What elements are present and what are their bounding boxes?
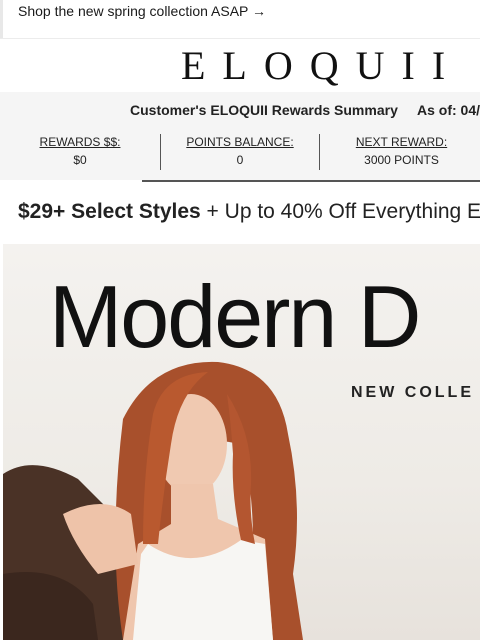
- promo-rest: + Up to 40% Off Everything El: [200, 200, 480, 223]
- rewards-summary: Customer's ELOQUII Rewards Summary As of…: [0, 92, 480, 180]
- spring-collection-link[interactable]: Shop the new spring collection ASAP →: [18, 3, 266, 19]
- next-reward-label[interactable]: NEXT REWARD:: [320, 134, 480, 150]
- preheader: Shop the new spring collection ASAP →: [0, 0, 480, 38]
- eloquii-logo[interactable]: ELOQUII: [181, 45, 462, 87]
- rewards-dollars: REWARDS $$: $0: [0, 134, 160, 170]
- rewards-as-of: As of: 04/: [417, 102, 480, 118]
- points-balance-label[interactable]: POINTS BALANCE:: [161, 134, 319, 150]
- hero-subtitle: NEW COLLE: [351, 384, 474, 401]
- promo-banner[interactable]: $29+ Select Styles + Up to 40% Off Every…: [0, 180, 480, 244]
- preheader-edge: [0, 0, 3, 38]
- hero-title: Modern D: [49, 267, 421, 366]
- hero-banner[interactable]: Modern D NEW COLLE: [3, 244, 480, 640]
- rewards-title: Customer's ELOQUII Rewards Summary: [130, 102, 398, 118]
- promo-rule: [142, 180, 480, 182]
- next-reward: NEXT REWARD: 3000 POINTS: [320, 134, 480, 170]
- next-reward-value: 3000 POINTS: [364, 153, 439, 167]
- rewards-dollars-label[interactable]: REWARDS $$:: [0, 134, 160, 150]
- points-balance-value: 0: [236, 153, 244, 167]
- logo-row: ELOQUII: [0, 38, 480, 93]
- points-balance: POINTS BALANCE: 0: [161, 134, 319, 170]
- promo-text: $29+ Select Styles + Up to 40% Off Every…: [18, 200, 480, 224]
- rewards-dollars-value: $0: [73, 153, 87, 167]
- promo-strong: $29+ Select Styles: [18, 200, 201, 223]
